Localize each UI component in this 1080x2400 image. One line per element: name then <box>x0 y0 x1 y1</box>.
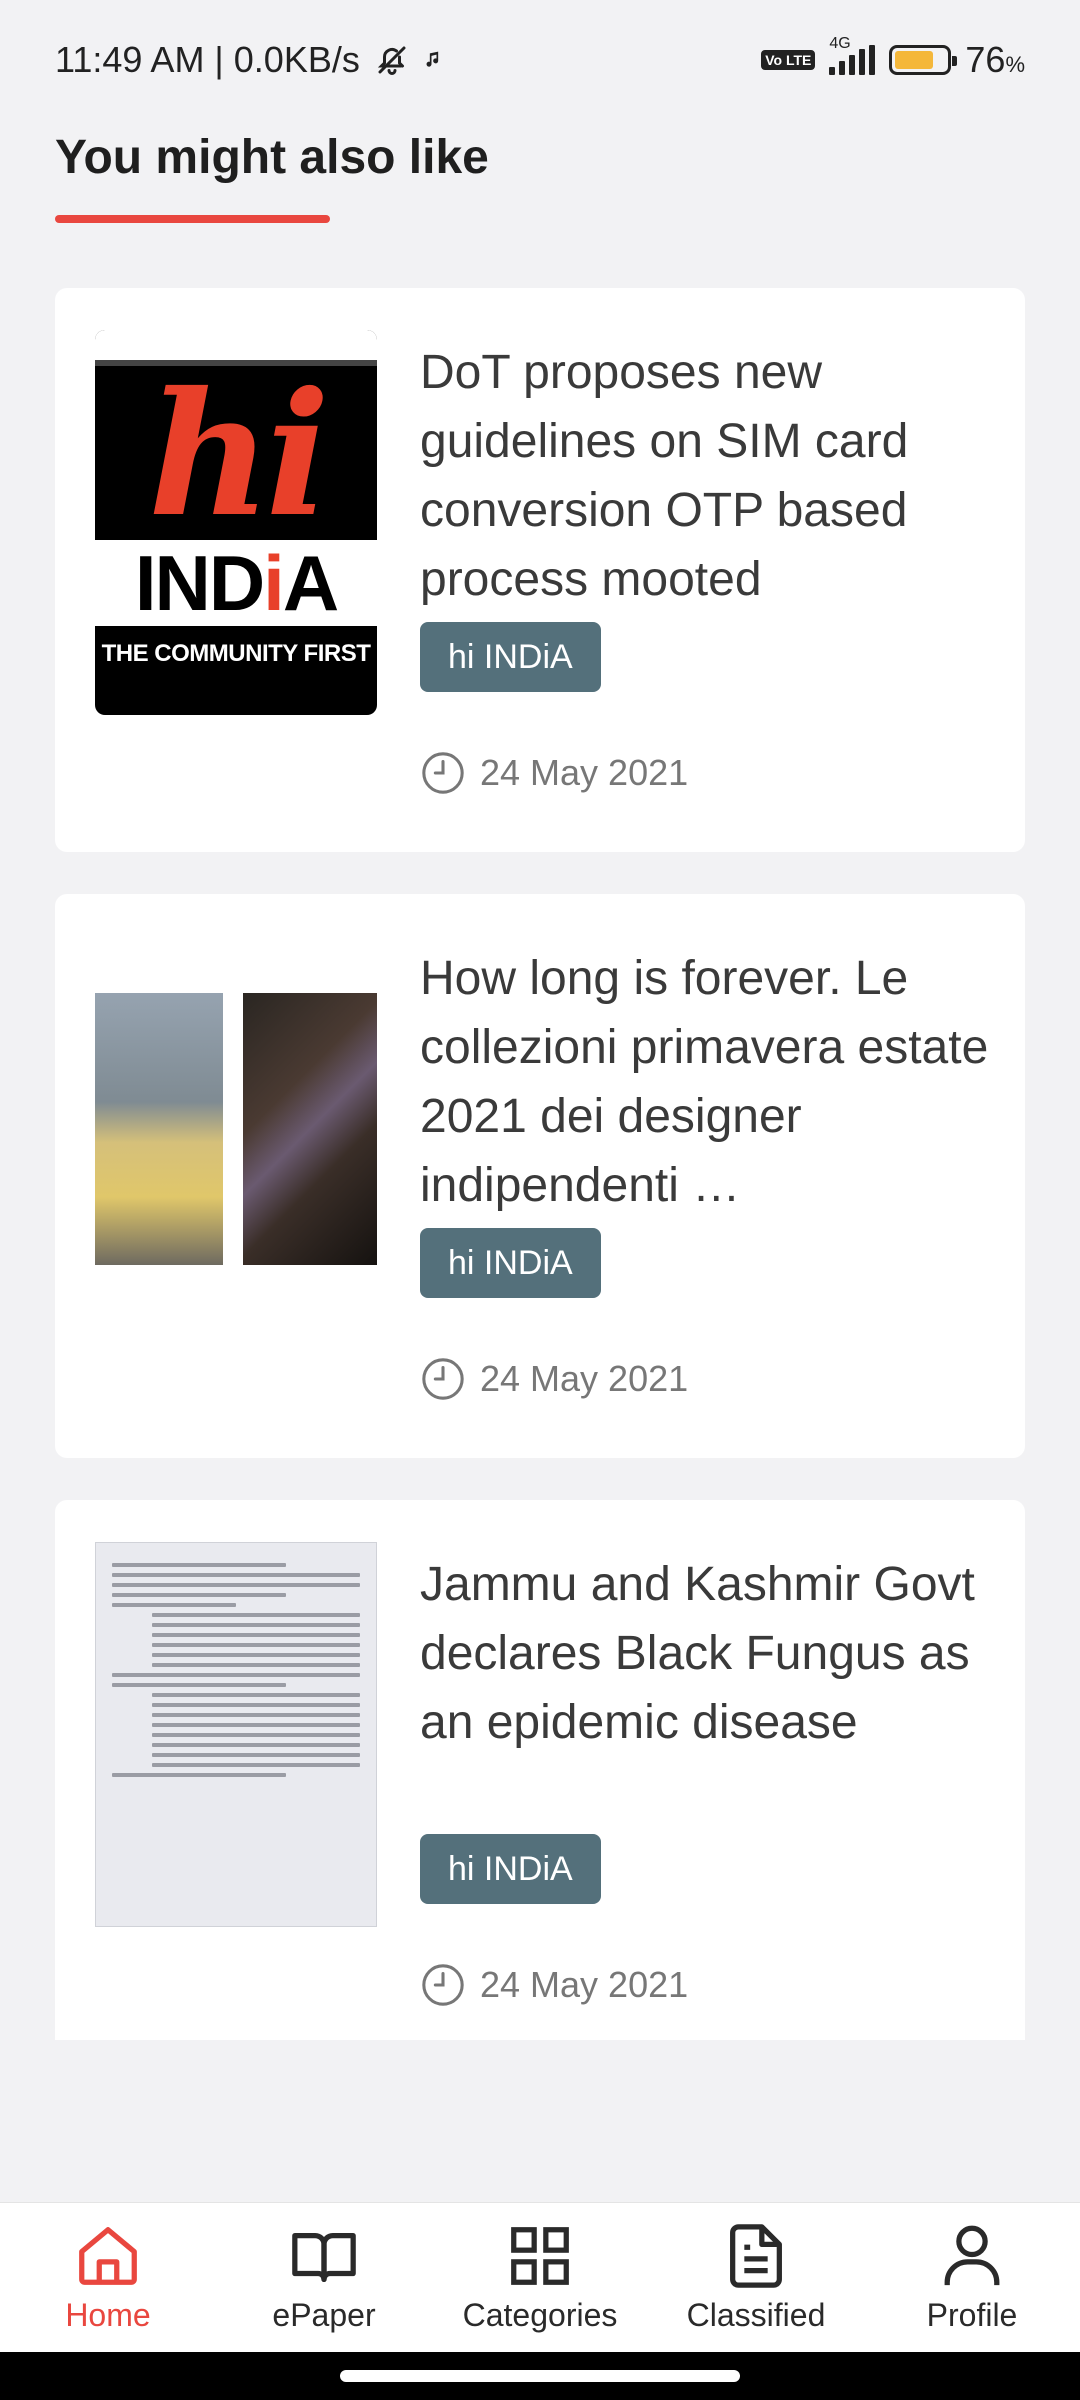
article-date-row: 24 May 2021 <box>420 750 990 796</box>
article-card[interactable]: hi INDiA THE COMMUNITY FIRST DoT propose… <box>55 288 1025 852</box>
battery-fill <box>895 51 934 69</box>
status-bar: 11:49 AM | 0.0KB/s Vo LTE 4G 76% <box>0 0 1080 120</box>
article-body: How long is forever. Le collezioni prima… <box>420 944 990 1402</box>
article-date: 24 May 2021 <box>480 1964 689 2005</box>
grid-icon <box>511 2227 569 2285</box>
person-icon <box>944 2225 1000 2286</box>
logo-tagline: THE COMMUNITY FIRST <box>101 640 371 667</box>
network-type: 4G <box>829 35 851 52</box>
document-icon <box>730 2224 782 2288</box>
status-time: 11:49 AM | 0.0KB/s <box>55 39 360 80</box>
article-card[interactable]: Jammu and Kashmir Govt declares Black Fu… <box>55 1500 1025 2040</box>
nav-label: Home <box>65 2297 151 2333</box>
article-title[interactable]: How long is forever. Le collezioni prima… <box>420 944 990 1220</box>
home-indicator[interactable] <box>340 2370 740 2382</box>
nav-label: Categories <box>462 2297 618 2333</box>
article-card[interactable]: How long is forever. Le collezioni prima… <box>55 894 1025 1458</box>
section-underline <box>55 215 330 223</box>
home-icon <box>79 2227 137 2285</box>
nav-item-epaper[interactable]: ePaper <box>224 2221 424 2334</box>
clock-icon <box>422 1358 464 1400</box>
book-icon <box>292 2232 356 2282</box>
section-header: You might also like <box>55 130 489 223</box>
article-title[interactable]: DoT proposes new guidelines on SIM card … <box>420 338 990 614</box>
clock-icon <box>422 1964 464 2006</box>
article-date: 24 May 2021 <box>480 1358 689 1399</box>
nav-label: ePaper <box>272 2297 376 2333</box>
article-thumbnail: hi INDiA THE COMMUNITY FIRST <box>95 330 377 715</box>
battery-percent: 76% <box>965 39 1025 80</box>
status-left: 11:49 AM | 0.0KB/s <box>55 39 444 81</box>
article-feed: hi INDiA THE COMMUNITY FIRST DoT propose… <box>55 288 1025 2082</box>
clock-icon <box>422 752 464 794</box>
source-badge[interactable]: hi INDiA <box>420 1834 601 1904</box>
nav-label: Classified <box>686 2297 826 2333</box>
source-badge[interactable]: hi INDiA <box>420 622 601 692</box>
nav-item-classified[interactable]: Classified <box>656 2221 856 2334</box>
bottom-nav: Home ePaper Categories Classified Profil… <box>0 2202 1080 2352</box>
article-title[interactable]: Jammu and Kashmir Govt declares Black Fu… <box>420 1550 990 1826</box>
article-body: DoT proposes new guidelines on SIM card … <box>420 338 990 796</box>
article-body: Jammu and Kashmir Govt declares Black Fu… <box>420 1550 990 2008</box>
volte-icon: Vo LTE <box>761 50 816 70</box>
music-note-icon <box>426 51 439 67</box>
nav-label: Profile <box>926 2297 1018 2333</box>
signal-icon: 4G <box>829 35 876 75</box>
logo-word: hi <box>147 355 330 555</box>
fashion-photo <box>95 992 223 1265</box>
mute-bell-icon <box>377 46 406 75</box>
nav-item-profile[interactable]: Profile <box>872 2221 1072 2334</box>
nav-item-categories[interactable]: Categories <box>440 2221 640 2334</box>
battery-icon <box>889 45 958 75</box>
article-thumbnail <box>95 936 377 1321</box>
article-date-row: 24 May 2021 <box>420 1962 990 2008</box>
nav-item-home[interactable]: Home <box>8 2221 208 2334</box>
status-right: Vo LTE 4G 76% <box>761 35 1025 81</box>
section-title: You might also like <box>55 131 489 184</box>
source-badge[interactable]: hi INDiA <box>420 1228 601 1298</box>
portrait-photo <box>243 992 377 1265</box>
article-date: 24 May 2021 <box>480 752 689 793</box>
logo-brand: INDiA <box>95 540 377 626</box>
article-date-row: 24 May 2021 <box>420 1356 990 1402</box>
article-thumbnail <box>95 1542 377 1927</box>
